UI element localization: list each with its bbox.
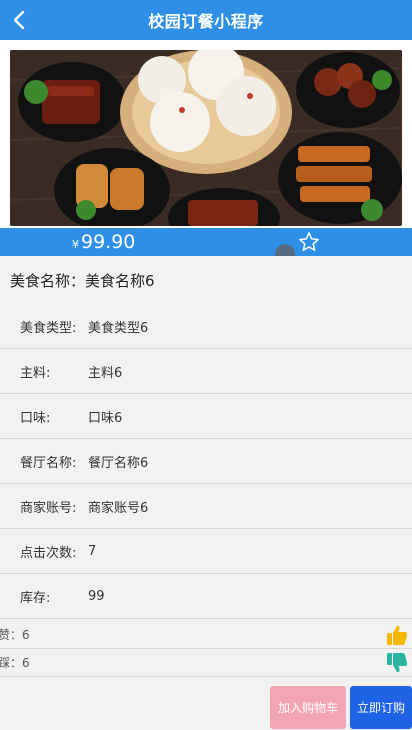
detail-value: 餐厅名称6 — [88, 455, 149, 471]
detail-row-merchant: 商家账号: 商家账号6 — [0, 484, 412, 529]
detail-row-clicks: 点击次数: 7 — [0, 529, 412, 574]
detail-value: 商家账号6 — [88, 500, 149, 516]
detail-row-type: 美食类型: 美食类型6 — [0, 304, 412, 349]
detail-label: 商家账号: — [20, 500, 77, 516]
detail-label: 库存: — [20, 590, 51, 606]
price: ¥ 99.90 — [72, 231, 135, 253]
order-now-button[interactable]: 立即订购 — [350, 686, 412, 729]
detail-label: 口味: — [20, 410, 51, 426]
detail-value: 口味6 — [88, 410, 123, 426]
detail-label: 餐厅名称: — [20, 455, 77, 471]
thumbs-up-icon[interactable] — [385, 623, 409, 647]
price-bar: ¥ 99.90 — [0, 228, 412, 256]
detail-value: 99 — [88, 588, 105, 604]
detail-value: 美食类型6 — [88, 320, 149, 336]
add-to-cart-button[interactable]: 加入购物车 — [270, 686, 346, 729]
bottom-action-bar: 加入购物车 立即订购 — [0, 680, 412, 730]
reactions: 赞：6 踩：6 — [0, 621, 412, 677]
chevron-left-icon — [13, 10, 25, 30]
food-name-label: 美食名称： — [10, 272, 86, 290]
detail-list: 美食类型: 美食类型6 主料: 主料6 口味: 口味6 餐厅名称: 餐厅名称6 … — [0, 304, 412, 619]
price-amount: 99.90 — [81, 231, 136, 253]
detail-label: 点击次数: — [20, 545, 77, 561]
dislike-row: 踩：6 — [0, 649, 412, 677]
back-button[interactable] — [8, 6, 30, 34]
detail-label: 主料: — [20, 365, 51, 381]
thumbs-down-icon[interactable] — [385, 651, 409, 675]
detail-row-taste: 口味: 口味6 — [0, 394, 412, 439]
like-count: 赞：6 — [0, 628, 30, 642]
top-bar: 校园订餐小程序 — [0, 0, 412, 40]
food-name: 美食名称： 美食名称6 — [10, 270, 155, 291]
like-row: 赞：6 — [0, 621, 412, 649]
star-outline-icon[interactable] — [298, 231, 320, 253]
detail-row-ingredient: 主料: 主料6 — [0, 349, 412, 394]
dislike-count: 踩：6 — [0, 656, 30, 670]
detail-row-restaurant: 餐厅名称: 餐厅名称6 — [0, 439, 412, 484]
food-photo — [10, 50, 402, 226]
detail-value: 7 — [88, 543, 97, 559]
food-details: 美食名称： 美食名称6 美食类型: 美食类型6 主料: 主料6 口味: 口味6 … — [0, 256, 412, 626]
detail-row-stock: 库存: 99 — [0, 574, 412, 619]
food-banner[interactable] — [0, 40, 412, 246]
currency-symbol: ¥ — [72, 238, 79, 251]
detail-label: 美食类型: — [20, 320, 77, 336]
detail-value: 主料6 — [88, 365, 123, 381]
food-name-value: 美食名称6 — [85, 272, 155, 290]
page-title: 校园订餐小程序 — [148, 12, 264, 31]
